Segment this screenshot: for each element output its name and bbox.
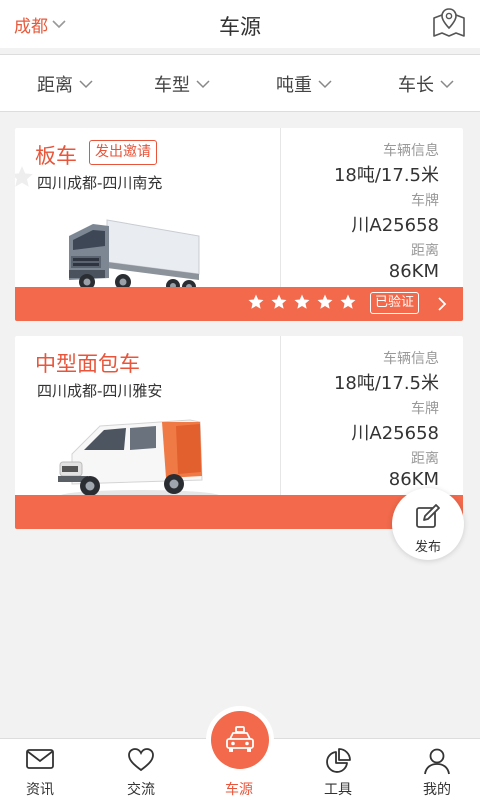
plate-value: 川A25658 xyxy=(351,215,439,236)
chevron-down-icon xyxy=(318,79,332,88)
filter-label: 车长 xyxy=(398,75,434,96)
filter-label: 距离 xyxy=(37,75,73,96)
center-tab-button[interactable] xyxy=(211,711,269,769)
route-text: 四川成都-四川雅安 xyxy=(37,382,163,400)
tab-label: 交流 xyxy=(127,782,155,798)
tab-label: 工具 xyxy=(324,782,352,798)
distance-info: 距离 86KM xyxy=(389,240,439,282)
card-divider xyxy=(280,128,281,288)
distance-value: 86KM xyxy=(388,469,439,490)
star-icon xyxy=(339,293,357,311)
plate-value: 川A25658 xyxy=(351,423,439,444)
pie-chart-icon xyxy=(326,748,351,773)
distance-info: 距离 86KM xyxy=(389,448,439,490)
page-title: 车源 xyxy=(219,15,261,39)
vehicle-card[interactable]: 板车 发出邀请 四川成都-四川南充 车辆信息 18吨/17.5米 车牌 川A25… xyxy=(15,128,463,321)
tab-label: 资讯 xyxy=(26,782,54,798)
chevron-down-icon xyxy=(196,79,210,88)
vehicle-type: 中型面包车 xyxy=(35,352,140,376)
distance-label: 距离 xyxy=(411,243,439,259)
star-icon xyxy=(247,293,265,311)
tab-label: 我的 xyxy=(423,782,451,798)
filter-label: 吨重 xyxy=(276,75,312,96)
chevron-down-icon xyxy=(79,79,93,88)
filter-label: 车型 xyxy=(154,75,190,96)
publish-label: 发布 xyxy=(414,540,441,555)
plate-info: 车牌 川A25658 xyxy=(351,398,439,445)
filter-vehicle-type[interactable]: 车型 xyxy=(154,71,210,97)
card-footer-band: 已验证 xyxy=(15,287,463,321)
chevron-down-icon xyxy=(440,79,454,88)
vehicle-info: 车辆信息 18吨/17.5米 xyxy=(334,140,439,187)
distance-label: 距离 xyxy=(411,451,439,467)
tab-community[interactable]: 交流 xyxy=(101,739,181,800)
plate-info: 车牌 川A25658 xyxy=(351,190,439,237)
filter-tonnage[interactable]: 吨重 xyxy=(276,71,332,97)
filter-distance[interactable]: 距离 xyxy=(37,71,93,97)
star-icon xyxy=(293,293,311,311)
tab-profile[interactable]: 我的 xyxy=(397,739,477,800)
tab-label: 车源 xyxy=(225,782,253,798)
header: 成都 车源 xyxy=(0,0,480,48)
filter-length[interactable]: 车长 xyxy=(398,71,454,97)
taxi-icon xyxy=(226,726,254,752)
info-label: 车辆信息 xyxy=(383,143,439,159)
info-label: 车辆信息 xyxy=(383,351,439,367)
user-icon xyxy=(424,748,450,775)
plate-label: 车牌 xyxy=(411,401,439,417)
invite-button[interactable]: 发出邀请 xyxy=(89,140,157,165)
tab-tools[interactable]: 工具 xyxy=(298,739,378,800)
distance-value: 86KM xyxy=(388,261,439,282)
card-divider xyxy=(280,336,281,496)
info-value: 18吨/17.5米 xyxy=(333,373,439,394)
star-icon xyxy=(316,293,334,311)
chevron-right-icon[interactable] xyxy=(437,296,447,312)
star-icon xyxy=(15,166,33,187)
van-image xyxy=(58,419,220,502)
filter-bar: 距离 车型 吨重 车长 xyxy=(0,54,480,112)
route-text: 四川成都-四川南充 xyxy=(37,174,163,192)
plate-label: 车牌 xyxy=(411,193,439,209)
map-icon[interactable] xyxy=(432,6,466,40)
rating-stars xyxy=(247,293,362,311)
info-value: 18吨/17.5米 xyxy=(333,165,439,186)
vehicle-info: 车辆信息 18吨/17.5米 xyxy=(334,348,439,395)
edit-icon xyxy=(416,504,440,528)
heart-icon xyxy=(128,748,154,772)
mail-icon xyxy=(26,749,54,769)
vehicle-type: 板车 xyxy=(35,144,77,168)
verified-badge: 已验证 xyxy=(370,292,420,314)
publish-button[interactable]: 发布 xyxy=(392,488,464,560)
star-icon xyxy=(270,293,288,311)
tab-news[interactable]: 资讯 xyxy=(0,739,80,800)
